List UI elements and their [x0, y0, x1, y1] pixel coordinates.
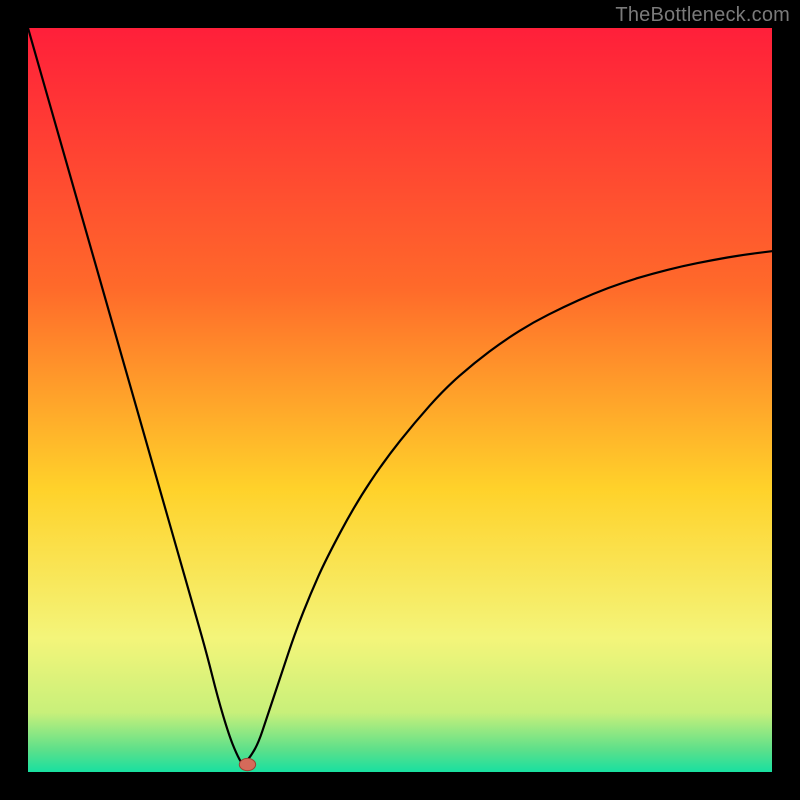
gradient-background [28, 28, 772, 772]
min-marker [239, 758, 255, 770]
plot-svg [28, 28, 772, 772]
chart-frame: TheBottleneck.com [0, 0, 800, 800]
watermark-text: TheBottleneck.com [615, 4, 790, 27]
plot-area [28, 28, 772, 772]
